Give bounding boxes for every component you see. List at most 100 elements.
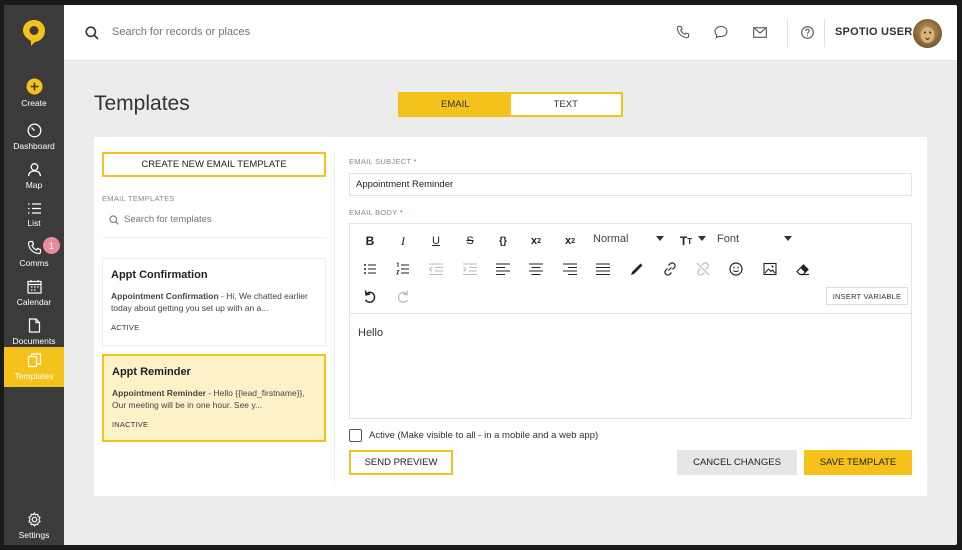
align-center-icon[interactable] [526, 260, 546, 278]
send-preview-button[interactable]: SEND PREVIEW [349, 450, 453, 475]
sidebar-item-calendar[interactable]: Calendar [4, 274, 64, 312]
sidebar-item-label: Map [25, 180, 43, 190]
sidebar-item-dashboard[interactable]: Dashboard [4, 118, 64, 156]
chevron-down-icon [656, 236, 664, 241]
bold-icon[interactable]: B [360, 232, 380, 250]
tab-group: EMAIL TEXT [398, 92, 623, 117]
tab-email[interactable]: EMAIL [400, 94, 511, 115]
emoji-icon[interactable] [726, 260, 746, 278]
templates-icon [27, 353, 41, 368]
sidebar-item-map[interactable]: Map [4, 157, 64, 195]
sidebar-item-label: Dashboard [13, 141, 55, 151]
template-title: Appt Confirmation [111, 269, 208, 281]
sidebar-item-templates[interactable]: Templates [4, 347, 64, 387]
strikethrough-icon[interactable]: S [460, 232, 480, 250]
sidebar-item-label: Documents [12, 336, 56, 346]
sidebar-item-label: List [27, 218, 41, 228]
sidebar-item-list[interactable]: List [4, 196, 64, 234]
save-template-button[interactable]: SAVE TEMPLATE [804, 450, 912, 475]
template-item-appt-confirmation[interactable]: Appt Confirmation Appointment Confirmati… [102, 258, 326, 346]
document-icon [28, 318, 40, 333]
mail-icon[interactable] [753, 27, 767, 38]
column-divider [334, 152, 335, 482]
plus-circle-icon [26, 78, 42, 95]
subject-label: EMAIL SUBJECT * [349, 157, 417, 166]
templates-panel: CREATE NEW EMAIL TEMPLATE EMAIL TEMPLATE… [94, 137, 927, 496]
template-search-input[interactable] [124, 214, 314, 225]
align-justify-icon[interactable] [593, 260, 613, 278]
notification-badge: 1 [43, 237, 60, 254]
divider [102, 237, 326, 238]
app-window: Create Dashboard Map List Comms 1 Calend… [4, 5, 957, 545]
underline-icon[interactable]: U [426, 232, 446, 250]
redo-icon[interactable] [393, 288, 413, 306]
template-status: INACTIVE [112, 420, 149, 429]
active-checkbox-label: Active (Make visible to all - in a mobil… [369, 430, 599, 441]
avatar-image [920, 27, 935, 43]
sidebar: Create Dashboard Map List Comms 1 Calend… [4, 5, 64, 545]
font-select[interactable]: Font [717, 233, 739, 245]
clear-formatting-icon[interactable] [793, 260, 813, 278]
subject-input[interactable] [349, 173, 912, 196]
align-left-icon[interactable] [493, 260, 513, 278]
sidebar-item-settings[interactable]: Settings [4, 507, 64, 545]
editor-toolbar: B I U S {} x2 x2 Normal TT Font INSERT V… [350, 224, 911, 314]
active-checkbox[interactable] [349, 429, 362, 442]
tab-text[interactable]: TEXT [511, 94, 622, 115]
link-icon[interactable] [660, 260, 680, 278]
divider [787, 19, 788, 47]
chevron-down-icon [784, 236, 792, 241]
outdent-icon[interactable] [426, 260, 446, 278]
sidebar-item-documents[interactable]: Documents [4, 313, 64, 351]
global-search-input[interactable] [112, 26, 412, 38]
gear-icon [27, 512, 41, 527]
sidebar-item-label: Comms [19, 258, 49, 268]
calendar-icon [26, 280, 42, 294]
editor-body-text[interactable]: Hello [358, 327, 383, 339]
template-item-appt-reminder[interactable]: Appt Reminder Appointment Reminder - Hel… [102, 354, 326, 442]
insert-variable-button[interactable]: INSERT VARIABLE [826, 287, 908, 305]
color-picker-icon[interactable] [626, 260, 646, 278]
phone-icon[interactable] [676, 25, 690, 39]
text-size-icon[interactable]: TT [676, 232, 696, 250]
page-title: Templates [94, 92, 190, 115]
search-icon [85, 26, 99, 40]
templates-section-label: EMAIL TEMPLATES [102, 194, 175, 203]
template-preview: Appointment Reminder - Hello {{lead_firs… [112, 388, 305, 410]
numbered-list-icon[interactable] [393, 260, 413, 278]
gauge-icon [27, 123, 41, 138]
divider [824, 19, 825, 47]
list-icon [27, 203, 41, 214]
sidebar-item-create[interactable]: Create [4, 74, 64, 112]
italic-icon[interactable]: I [393, 232, 413, 250]
logo-pin-icon [23, 20, 45, 46]
template-status: ACTIVE [111, 323, 140, 332]
rich-text-editor: B I U S {} x2 x2 Normal TT Font INSERT V… [349, 223, 912, 419]
help-icon[interactable] [801, 26, 814, 39]
top-bar: SPOTIO USER [64, 5, 957, 61]
sidebar-item-label: Calendar [16, 297, 52, 307]
avatar[interactable] [913, 19, 942, 48]
undo-icon[interactable] [360, 288, 380, 306]
sidebar-item-label: Settings [18, 530, 50, 540]
chat-bubble-icon[interactable] [714, 25, 728, 39]
unlink-icon[interactable] [693, 260, 713, 278]
cancel-changes-button[interactable]: CANCEL CHANGES [677, 450, 797, 475]
code-block-icon[interactable]: {} [493, 232, 513, 250]
sidebar-item-label: Create [21, 98, 47, 108]
create-template-button[interactable]: CREATE NEW EMAIL TEMPLATE [102, 152, 326, 177]
sidebar-item-label: Templates [14, 371, 54, 381]
paragraph-style-select[interactable]: Normal [593, 233, 628, 245]
superscript-icon[interactable]: x2 [526, 232, 546, 250]
spotio-logo[interactable] [4, 5, 64, 61]
body-label: EMAIL BODY * [349, 208, 404, 217]
sidebar-item-comms[interactable]: Comms 1 [4, 235, 64, 273]
subscript-icon[interactable]: x2 [560, 232, 580, 250]
image-icon[interactable] [760, 260, 780, 278]
user-name[interactable]: SPOTIO USER [835, 26, 912, 38]
template-preview: Appointment Confirmation - Hi, We chatte… [111, 291, 308, 313]
phone-icon [27, 240, 41, 255]
indent-icon[interactable] [460, 260, 480, 278]
align-right-icon[interactable] [560, 260, 580, 278]
bullet-list-icon[interactable] [360, 260, 380, 278]
